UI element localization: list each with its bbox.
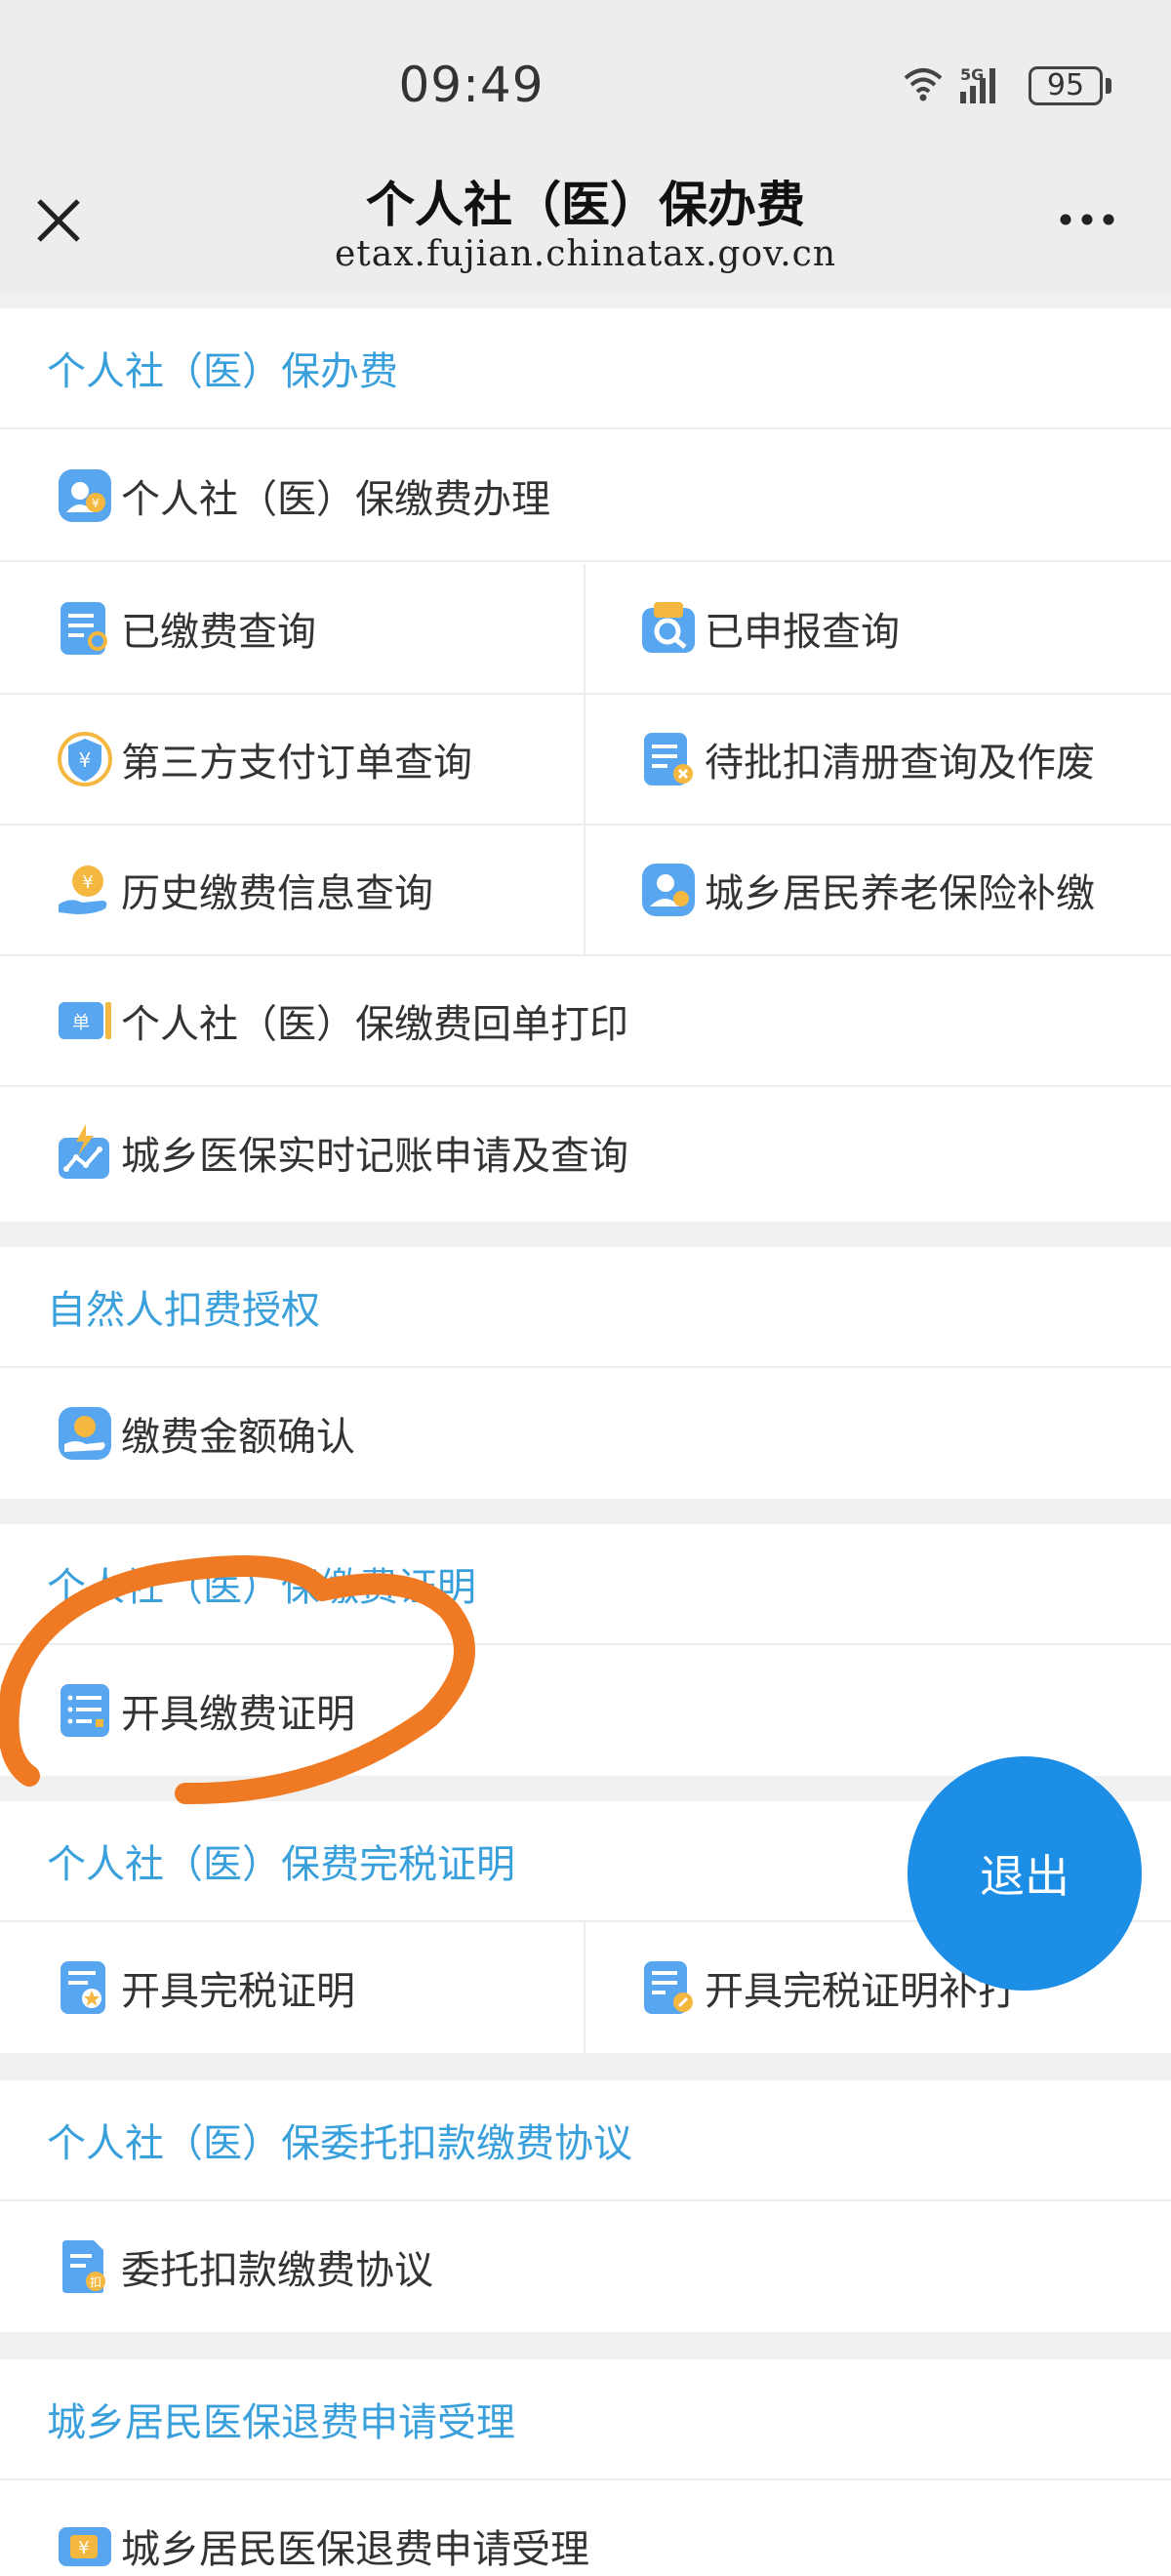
person-yuan-icon: ¥	[59, 469, 111, 522]
menu-item-agreement[interactable]: 扣 委托扣款缴费协议	[0, 2201, 1171, 2332]
list-document-icon	[61, 1684, 109, 1737]
menu-item-label: 开具缴费证明	[121, 1692, 355, 1737]
menu-item-label: 个人社（医）保缴费办理	[121, 477, 550, 522]
svg-text:扣: 扣	[90, 2275, 101, 2289]
gap	[0, 1222, 1171, 1247]
gap	[0, 2053, 1171, 2080]
section-title: 城乡居民医保退费申请受理	[0, 2359, 1171, 2480]
status-time: 09:49	[398, 57, 545, 113]
svg-text:¥: ¥	[79, 748, 92, 772]
menu-item-issue-payment-certificate[interactable]: 开具缴费证明	[0, 1645, 1171, 1776]
battery-indicator: 95	[1029, 66, 1103, 105]
gap	[0, 2332, 1171, 2359]
document-search-icon	[61, 602, 107, 655]
signal-icons: 5G	[904, 65, 995, 103]
menu-item-insurance-payment[interactable]: ¥ 个人社（医）保缴费办理	[0, 431, 1171, 562]
menu-item-label: 开具完税证明	[121, 1969, 355, 2014]
menu-item-history-query[interactable]: ¥ 历史缴费信息查询	[0, 825, 586, 956]
certificate-star-icon	[61, 1961, 105, 2014]
svg-text:单: 单	[72, 1013, 90, 1033]
svg-text:¥: ¥	[92, 497, 100, 510]
flash-chart-icon	[59, 1124, 109, 1179]
exit-button[interactable]: 退出	[908, 1756, 1142, 1991]
menu-item-label: 城乡医保实时记账申请及查询	[121, 1134, 628, 1179]
menu-item-label: 城乡居民医保退费申请受理	[121, 2527, 589, 2572]
battery-tip	[1106, 78, 1111, 94]
more-icon[interactable]	[1056, 205, 1118, 234]
section-title: 个人社（医）保委托扣款缴费协议	[0, 2080, 1171, 2201]
wifi-icon	[904, 68, 943, 101]
menu-item-pension-supplement[interactable]: 城乡居民养老保险补缴	[586, 825, 1171, 956]
document-cancel-icon	[644, 733, 693, 785]
menu-item-label: 缴费金额确认	[121, 1415, 355, 1460]
menu-item-issue-tax-certificate[interactable]: 开具完税证明	[0, 1922, 586, 2053]
menu-item-amount-confirm[interactable]: 缴费金额确认	[0, 1368, 1171, 1499]
elder-person-icon	[642, 864, 695, 916]
gap	[0, 293, 1171, 308]
menu-item-realtime-billing[interactable]: 城乡医保实时记账申请及查询	[0, 1087, 1171, 1218]
menu-item-receipt-print[interactable]: 单 个人社（医）保缴费回单打印	[0, 956, 1171, 1087]
certificate-pen-icon	[644, 1961, 693, 2014]
menu-item-label: 城乡居民养老保险补缴	[705, 871, 1095, 916]
magnifier-folder-icon	[642, 602, 695, 653]
section-title: 自然人扣费授权	[0, 1247, 1171, 1368]
section-title: 个人社（医）保办费	[0, 308, 1171, 429]
svg-text:¥: ¥	[78, 2538, 89, 2558]
menu-item-label: 个人社（医）保缴费回单打印	[121, 1002, 628, 1047]
hand-coin-icon	[59, 1407, 111, 1460]
menu-item-declared-query[interactable]: 已申报查询	[586, 564, 1171, 695]
page-url: etax.fujian.chinatax.gov.cn	[334, 234, 837, 274]
menu-item-label: 委托扣款缴费协议	[121, 2248, 433, 2293]
menu-item-label: 已缴费查询	[121, 610, 316, 655]
menu-item-label: 已申报查询	[705, 610, 900, 655]
section-title: 个人社（医）保缴费证明	[0, 1524, 1171, 1645]
menu-item-label: 待批扣清册查询及作废	[705, 741, 1095, 785]
gap	[0, 1499, 1171, 1524]
agreement-icon: 扣	[62, 2240, 105, 2293]
svg-text:¥: ¥	[82, 872, 93, 893]
receipt-icon: 单	[59, 1002, 111, 1039]
shield-yuan-icon: ¥	[58, 732, 112, 786]
menu-item-paid-query[interactable]: 已缴费查询	[0, 564, 586, 695]
coin-hand-icon: ¥	[59, 865, 107, 914]
menu-item-pending-deduction[interactable]: 待批扣清册查询及作废	[586, 695, 1171, 825]
menu-item-third-party-order[interactable]: ¥ 第三方支付订单查询	[0, 695, 586, 825]
refund-yuan-icon: ¥	[59, 2527, 111, 2566]
page-title: 个人社（医）保办费	[366, 177, 805, 233]
menu-item-refund-application[interactable]: ¥ 城乡居民医保退费申请受理	[0, 2480, 1171, 2576]
menu-item-label: 历史缴费信息查询	[121, 871, 433, 916]
menu-item-label: 第三方支付订单查询	[121, 741, 472, 785]
